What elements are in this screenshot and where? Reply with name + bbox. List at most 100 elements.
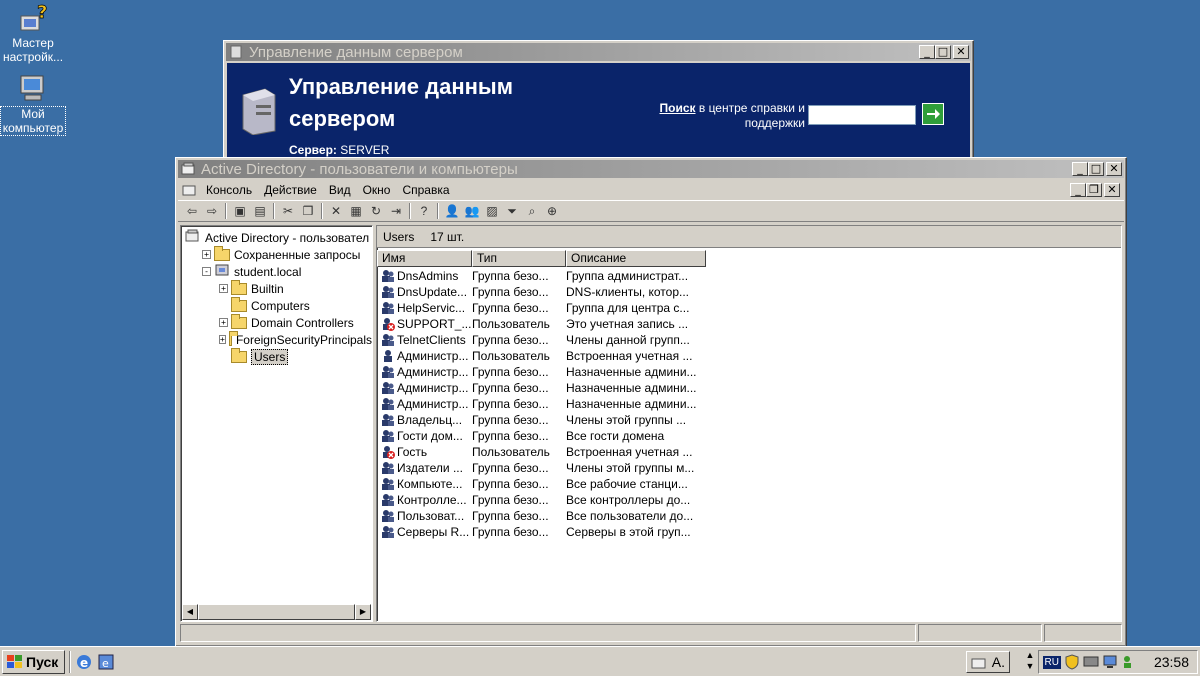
list-item[interactable]: Администр... Группа безо... Назначенные ад… xyxy=(377,380,1121,396)
group-icon xyxy=(381,493,395,507)
toolbar: ⇦ ⇨ ▣ ▤ ✂ ❒ ✕ ▦ ↻ ⇥ ? 👤 👥 ▨ ⏷ ⌕ ⊕ xyxy=(178,200,1124,222)
list-item[interactable]: Серверы R... Группа безо... Серверы в этой… xyxy=(377,524,1121,540)
language-indicator[interactable]: RU xyxy=(1042,655,1061,669)
expand-icon[interactable]: + xyxy=(219,318,228,327)
delete-icon[interactable]: ✕ xyxy=(326,202,346,220)
quicklaunch-app-icon[interactable]: e xyxy=(97,653,115,671)
close-button[interactable]: ✕ xyxy=(1106,162,1122,176)
tree-item[interactable]: Users xyxy=(185,347,372,365)
cut-icon[interactable]: ✂ xyxy=(278,202,298,220)
export-list-icon[interactable]: ⇥ xyxy=(386,202,406,220)
shield-icon[interactable] xyxy=(1064,654,1080,670)
scroll-right-button[interactable]: ▶ xyxy=(355,604,371,620)
list-item[interactable]: Гости дом... Группа безо... Все гости доме… xyxy=(377,428,1121,444)
internet-explorer-icon[interactable]: e xyxy=(75,653,93,671)
users-tray-icon[interactable] xyxy=(1121,654,1137,670)
list-item[interactable]: Пользоват... Группа безо... Все пользовате… xyxy=(377,508,1121,524)
search-go-button[interactable] xyxy=(922,103,944,125)
tree-item[interactable]: + ForeignSecurityPrincipals xyxy=(185,330,372,348)
cell-name: Контролле... xyxy=(377,493,472,507)
menu-help[interactable]: Справка xyxy=(396,183,455,197)
child-close-button[interactable]: ✕ xyxy=(1104,183,1120,197)
column-header-type[interactable]: Тип xyxy=(472,250,566,267)
list-item[interactable]: SUPPORT_... Пользователь Это учетная запис… xyxy=(377,316,1121,332)
tree-horizontal-scrollbar[interactable]: ◀ ▶ xyxy=(182,604,371,620)
task-tray-button[interactable]: А. xyxy=(965,651,1010,673)
desktop-icon-my-computer[interactable]: Мой компьютер xyxy=(0,72,66,136)
start-button[interactable]: Пуск xyxy=(2,649,66,674)
list-item[interactable]: Контролле... Группа безо... Все контроллер… xyxy=(377,492,1121,508)
ad-window-titlebar[interactable]: Active Directory - пользователи и компью… xyxy=(178,160,1124,178)
menu-window[interactable]: Окно xyxy=(357,183,397,197)
forward-arrow-icon[interactable]: ⇨ xyxy=(202,202,222,220)
computer-tray-icon[interactable] xyxy=(1102,654,1118,670)
tree-item[interactable]: + Builtin xyxy=(185,279,372,297)
expand-icon[interactable]: + xyxy=(219,284,228,293)
list-item[interactable]: Компьюте... Группа безо... Все рабочие ста… xyxy=(377,476,1121,492)
cell-type: Группа безо... xyxy=(472,429,549,443)
help-icon[interactable]: ? xyxy=(414,202,434,220)
network-icon[interactable] xyxy=(1083,654,1099,670)
console-menu-icon[interactable] xyxy=(182,183,198,197)
column-header-description[interactable]: Описание xyxy=(566,250,706,267)
list-item[interactable]: DnsUpdate... Группа безо... DNS-клиенты, к… xyxy=(377,284,1121,300)
cell-type: Пользователь xyxy=(472,349,550,363)
status-panel xyxy=(180,624,916,642)
child-restore-button[interactable]: ❐ xyxy=(1086,183,1102,197)
filter-icon[interactable]: ⏷ xyxy=(502,202,522,220)
task-label: А. xyxy=(991,654,1005,670)
column-header-name[interactable]: Имя xyxy=(377,250,472,267)
expand-icon[interactable]: + xyxy=(202,250,211,259)
collapse-icon[interactable]: - xyxy=(202,267,211,276)
tree-item[interactable]: + Сохраненные запросы xyxy=(185,245,372,263)
object-name: DnsAdmins xyxy=(397,269,459,283)
tree-item[interactable]: + Domain Controllers xyxy=(185,313,372,331)
tree-item[interactable]: - student.local xyxy=(185,263,372,280)
search-link[interactable]: Поиск xyxy=(660,101,696,115)
refresh-icon[interactable]: ↻ xyxy=(366,202,386,220)
menu-console[interactable]: Консоль xyxy=(200,183,258,197)
child-minimize-button[interactable]: _ xyxy=(1070,183,1086,197)
tree-item[interactable]: Active Directory - пользовател xyxy=(185,229,372,246)
new-user-icon[interactable]: 👤 xyxy=(442,202,462,220)
list-item[interactable]: Гость Пользователь Встроенная учетная ... xyxy=(377,444,1121,460)
group-icon xyxy=(381,285,395,299)
list-item[interactable]: Издатели ... Группа безо... Члены этой гру… xyxy=(377,460,1121,476)
computer-icon xyxy=(17,72,49,104)
cell-description: Назначенные админи... xyxy=(566,365,697,379)
back-arrow-icon[interactable]: ⇦ xyxy=(182,202,202,220)
list-item[interactable]: Владельц... Группа безо... Члены этой груп… xyxy=(377,412,1121,428)
menu-view[interactable]: Вид xyxy=(323,183,357,197)
show-tree-icon[interactable]: ▤ xyxy=(250,202,270,220)
scroll-left-button[interactable]: ◀ xyxy=(182,604,198,620)
add-to-group-icon[interactable]: ⊕ xyxy=(542,202,562,220)
list-item[interactable]: DnsAdmins Группа безо... Группа администра… xyxy=(377,268,1121,284)
copy-icon[interactable]: ❒ xyxy=(298,202,318,220)
new-group-icon[interactable]: 👥 xyxy=(462,202,482,220)
list-item[interactable]: Администр... Группа безо... Назначенные ад… xyxy=(377,364,1121,380)
find-icon[interactable]: ⌕ xyxy=(522,202,542,220)
list-item[interactable]: HelpServic... Группа безо... Группа для це… xyxy=(377,300,1121,316)
scroll-thumb[interactable] xyxy=(198,604,355,620)
group-icon xyxy=(381,509,395,523)
minimize-button[interactable]: _ xyxy=(1072,162,1088,176)
list-item[interactable]: Администр... Группа безо... Назначенные ад… xyxy=(377,396,1121,412)
new-ou-icon[interactable]: ▨ xyxy=(482,202,502,220)
container-name: Users xyxy=(383,229,415,244)
menu-action[interactable]: Действие xyxy=(258,183,323,197)
maximize-button[interactable]: □ xyxy=(1088,162,1104,176)
up-folder-icon[interactable]: ▣ xyxy=(230,202,250,220)
cell-type: Группа безо... xyxy=(472,381,549,395)
minimize-button[interactable]: _ xyxy=(919,45,935,59)
properties-icon[interactable]: ▦ xyxy=(346,202,366,220)
cell-type: Пользователь xyxy=(472,317,550,331)
close-button[interactable]: ✕ xyxy=(953,45,969,59)
list-item[interactable]: Администр... Пользователь Встроенная учетн… xyxy=(377,348,1121,364)
maximize-button[interactable]: □ xyxy=(935,45,951,59)
search-input[interactable] xyxy=(808,105,916,125)
tree-item[interactable]: Computers xyxy=(185,296,372,314)
expand-icon[interactable]: + xyxy=(219,335,226,344)
list-item[interactable]: TelnetClients Группа безо... Члены данной … xyxy=(377,332,1121,348)
desktop-icon-setup-wizard[interactable]: ? Мастер настройк... xyxy=(0,2,66,64)
server-window-titlebar[interactable]: Управление данным сервером _ □ ✕ xyxy=(226,43,971,61)
